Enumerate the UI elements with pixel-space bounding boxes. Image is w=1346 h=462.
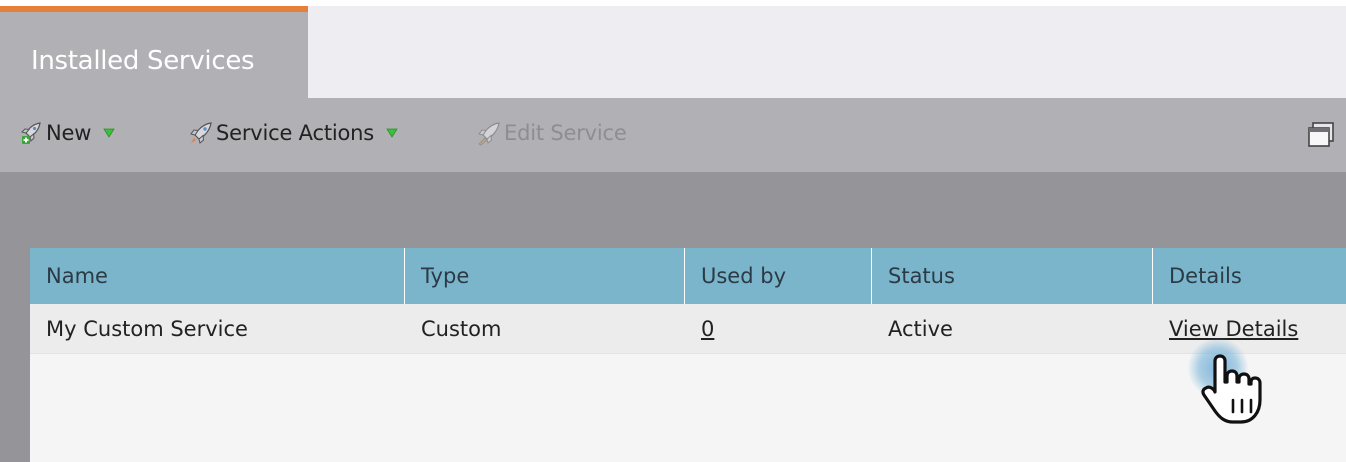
service-actions-label: Service Actions xyxy=(216,121,374,145)
edit-service-label: Edit Service xyxy=(504,121,627,145)
column-header-name[interactable]: Name xyxy=(30,248,405,304)
caret-down-icon xyxy=(386,128,398,138)
new-button[interactable]: New xyxy=(18,118,115,148)
used-by-link[interactable]: 0 xyxy=(701,317,714,341)
tab-bar-background xyxy=(308,6,1346,98)
service-actions-button[interactable]: Service Actions xyxy=(188,118,398,148)
edit-service-button[interactable]: Edit Service xyxy=(476,118,627,148)
column-header-used-by[interactable]: Used by xyxy=(685,248,872,304)
cell-name: My Custom Service xyxy=(46,317,248,341)
cell-type: Custom xyxy=(421,317,502,341)
services-table: Name Type Used by Status Details My Cust… xyxy=(30,248,1346,462)
rocket-plus-icon xyxy=(21,122,41,144)
table-row[interactable]: My Custom Service Custom 0 Active View D… xyxy=(30,304,1346,354)
column-header-type[interactable]: Type xyxy=(405,248,685,304)
tab-installed-services[interactable]: Installed Services xyxy=(0,6,308,98)
hand-pointer-icon xyxy=(1201,354,1262,424)
toolbar: New Service Actions Edit Service xyxy=(0,98,1346,172)
rocket-edit-icon xyxy=(478,122,500,146)
cell-used-by: 0 xyxy=(685,304,714,354)
column-header-status[interactable]: Status xyxy=(872,248,1153,304)
new-label: New xyxy=(46,121,92,145)
cell-status: Active xyxy=(888,317,953,341)
table-header: Name Type Used by Status Details xyxy=(30,248,1346,304)
column-header-details[interactable]: Details xyxy=(1153,248,1346,304)
tab-label: Installed Services xyxy=(31,46,255,76)
caret-down-icon xyxy=(103,128,115,138)
rocket-icon xyxy=(190,122,212,144)
tab-bar: Installed Services xyxy=(0,0,1346,98)
restore-window-icon[interactable] xyxy=(1306,120,1336,150)
view-details-link[interactable]: View Details xyxy=(1169,317,1298,341)
